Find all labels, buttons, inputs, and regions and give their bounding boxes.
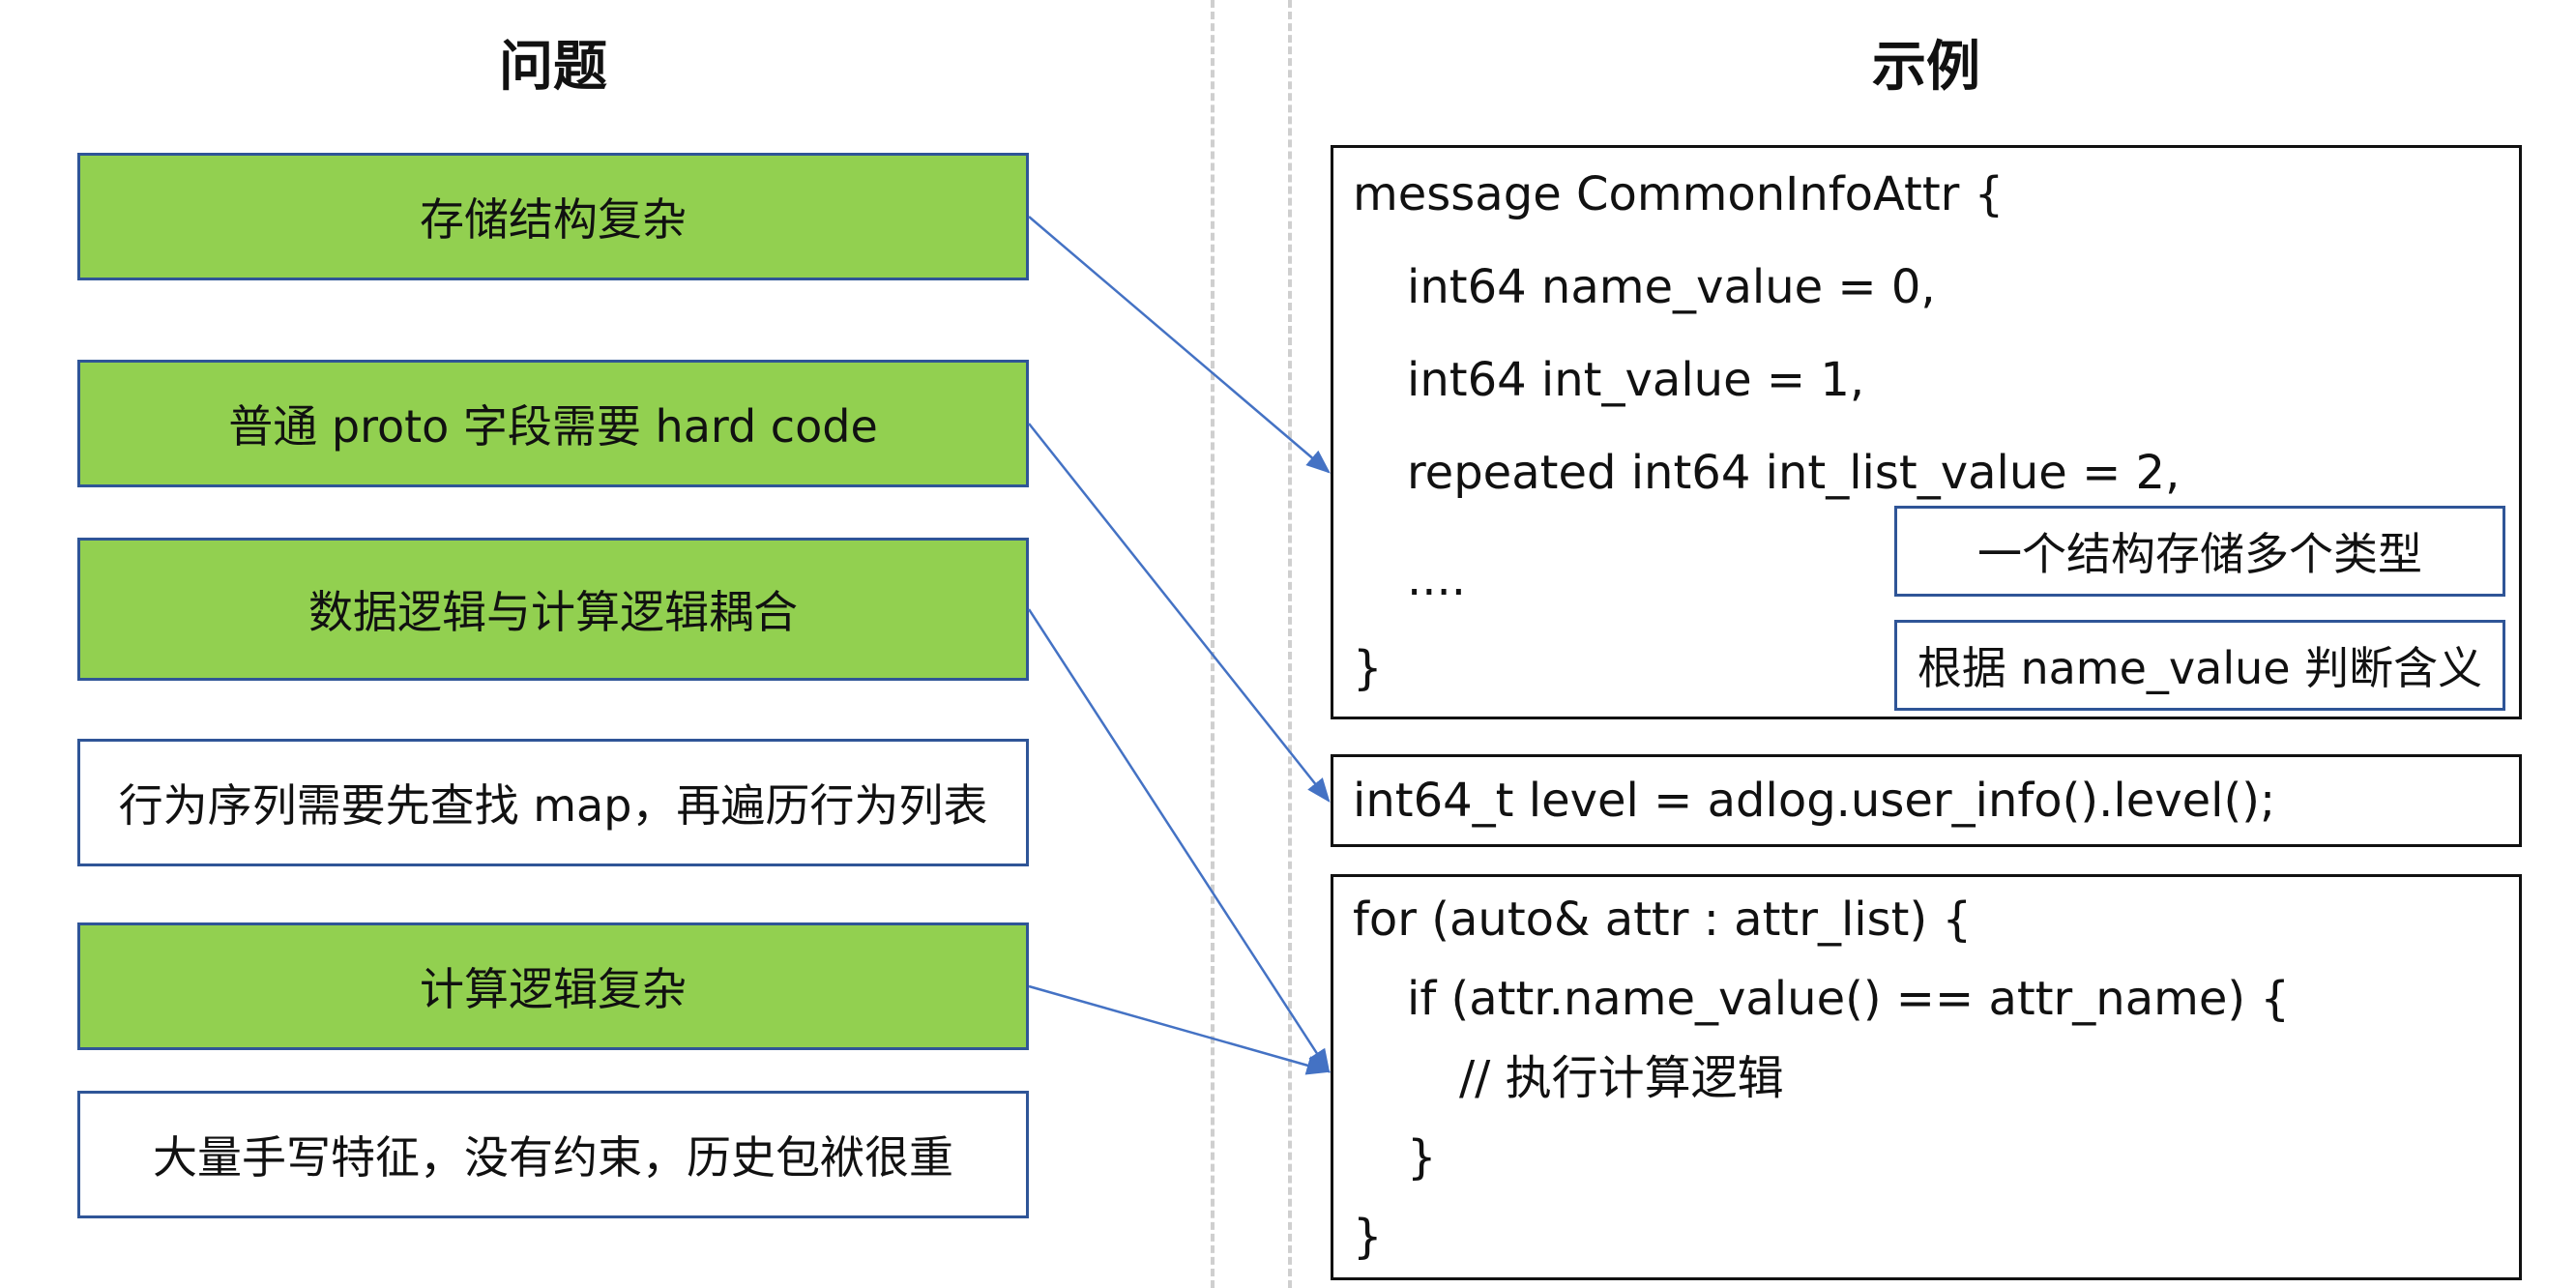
connector-arrows bbox=[1027, 216, 1332, 1075]
arrow-storage-to-message bbox=[1028, 216, 1331, 474]
arrow-complex-to-loop bbox=[1028, 984, 1332, 1075]
arrow-hardcode-to-access bbox=[1028, 423, 1331, 803]
arrow-coupling-to-loop bbox=[1027, 608, 1331, 1074]
